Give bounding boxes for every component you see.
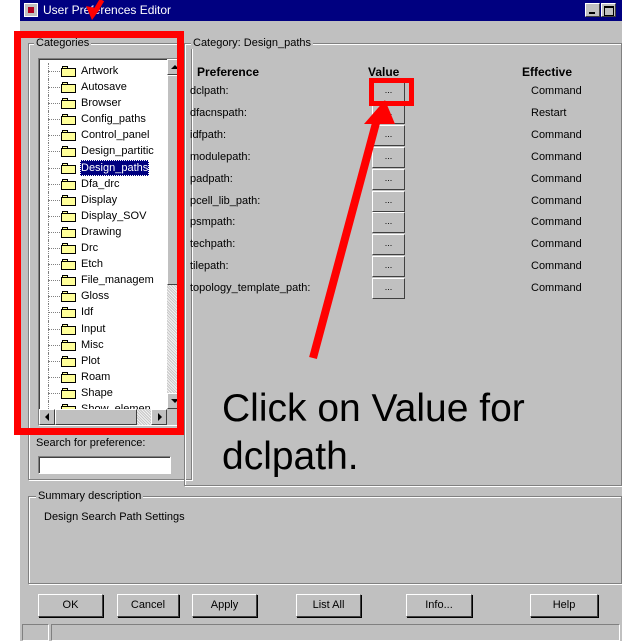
value-arrow-shaft <box>309 121 380 360</box>
annotation-arrows <box>86 0 395 360</box>
instruction-line-2: dclpath. <box>222 435 359 478</box>
value-arrow-head <box>364 100 395 124</box>
instruction-line-1: Click on Value for <box>222 387 525 430</box>
instruction-callout: Click on Value for dclpath. <box>222 385 622 481</box>
